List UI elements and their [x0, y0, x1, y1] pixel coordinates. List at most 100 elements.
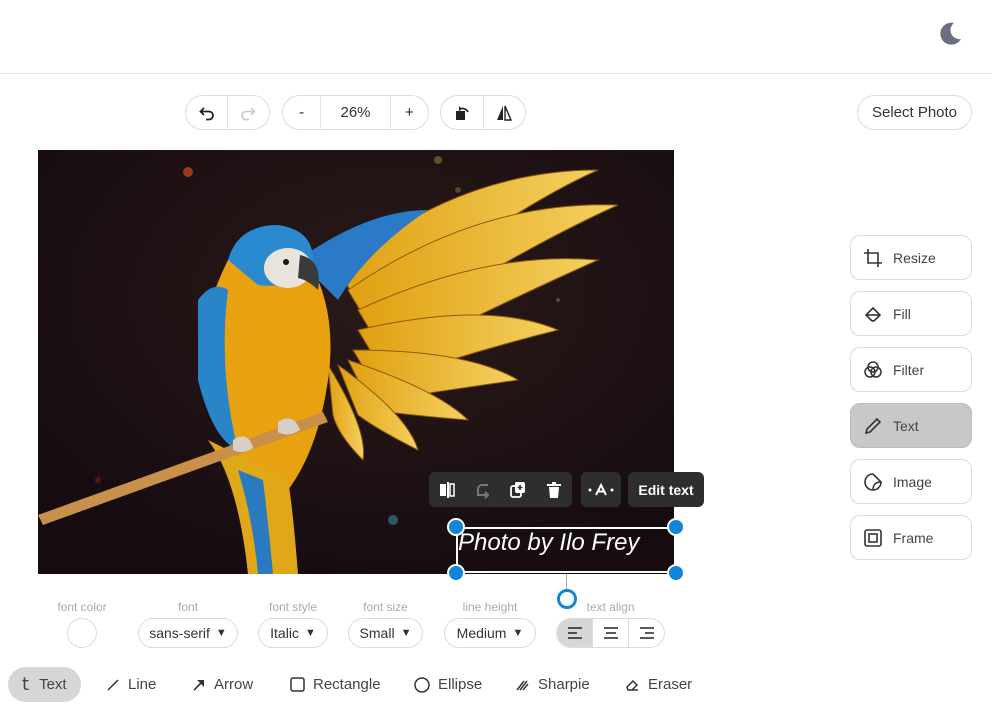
tool-line[interactable]: Line	[106, 667, 156, 702]
align-left-button[interactable]	[557, 619, 592, 647]
resize-handle-bottom-left[interactable]	[447, 564, 465, 582]
object-toolbar	[429, 472, 572, 507]
text-align-label: text align	[586, 600, 635, 614]
font-color-swatch[interactable]	[67, 618, 97, 648]
sticker-icon	[864, 472, 882, 491]
resize-handle-top-right[interactable]	[667, 518, 685, 536]
align-right-button[interactable]	[628, 619, 664, 647]
font-style-value: Italic	[270, 625, 299, 641]
crop-icon	[864, 248, 882, 267]
image-canvas[interactable]	[38, 150, 674, 574]
font-color-label: font color	[57, 600, 107, 614]
tool-eraser[interactable]: Eraser	[625, 667, 692, 702]
trash-icon	[547, 481, 562, 498]
zoom-group: - 26% +	[282, 95, 429, 130]
sidebar-item-fill[interactable]: Fill	[850, 291, 972, 336]
edit-text-button[interactable]: Edit text	[628, 472, 704, 507]
flip-icon	[497, 105, 513, 121]
line-icon	[107, 678, 119, 691]
align-object-button[interactable]	[429, 472, 465, 507]
tool-arrow[interactable]: Arrow	[192, 667, 253, 702]
arrow-icon	[193, 679, 204, 691]
tool-text[interactable]: t Text	[8, 667, 81, 702]
history-group	[185, 95, 270, 130]
align-center-button[interactable]	[592, 619, 628, 647]
text-effect-button[interactable]	[581, 472, 621, 507]
tool-sharpie[interactable]: Sharpie	[515, 667, 590, 702]
text-effect-toolbar	[581, 472, 621, 507]
sidebar-item-label: Image	[893, 473, 932, 490]
sidebar-item-label: Resize	[893, 249, 936, 266]
text-spacing-icon	[588, 482, 614, 495]
tool-label: Sharpie	[538, 676, 590, 693]
rotate-handle-line	[566, 574, 567, 590]
sidebar-item-label: Filter	[893, 361, 925, 378]
rotate-icon	[455, 105, 469, 120]
redo-icon	[241, 106, 257, 120]
ellipse-icon	[414, 676, 430, 693]
sidebar-item-text[interactable]: Text	[850, 403, 972, 448]
rectangle-icon	[290, 677, 305, 692]
sidebar-item-filter[interactable]: Filter	[850, 347, 972, 392]
eraser-icon	[626, 679, 639, 691]
align-right-icon	[639, 627, 654, 639]
tool-label: Eraser	[648, 676, 693, 693]
font-select-value: sans-serif	[149, 625, 210, 641]
tool-label: Line	[128, 676, 157, 693]
send-back-button[interactable]	[465, 472, 501, 507]
align-left-icon	[567, 627, 582, 639]
sidebar-item-label: Frame	[893, 529, 934, 546]
filter-circles-icon	[864, 360, 882, 378]
flip-button[interactable]	[483, 96, 525, 129]
sidebar-item-label: Text	[893, 417, 919, 434]
align-center-icon	[603, 627, 618, 639]
transform-group	[440, 95, 526, 130]
undo-button[interactable]	[186, 96, 227, 129]
sidebar-item-label: Fill	[893, 305, 911, 322]
pencil-icon	[864, 417, 882, 434]
undo-icon	[198, 106, 214, 120]
line-height-value: Medium	[456, 625, 507, 641]
font-style-select[interactable]: Italic ▼	[258, 618, 328, 648]
corner-arrow-icon	[476, 483, 490, 499]
resize-handle-top-left[interactable]	[447, 518, 465, 536]
redo-button[interactable]	[228, 96, 269, 129]
fill-bucket-icon	[864, 306, 882, 322]
font-label: font	[177, 600, 198, 614]
caret-down-icon: ▼	[400, 627, 412, 639]
line-height-select[interactable]: Medium ▼	[444, 618, 536, 648]
duplicate-button[interactable]	[501, 472, 537, 507]
resize-handle-bottom-right[interactable]	[667, 564, 685, 582]
duplicate-icon	[510, 481, 526, 498]
dark-mode-moon-icon[interactable]	[936, 20, 964, 48]
zoom-out-button[interactable]: -	[283, 96, 320, 129]
text-align-group	[556, 618, 665, 648]
tool-label: Ellipse	[438, 676, 483, 693]
canvas-text-object[interactable]: Photo by Ilo Frey	[458, 529, 639, 557]
font-select[interactable]: sans-serif ▼	[138, 618, 238, 648]
zoom-in-button[interactable]: +	[391, 96, 428, 129]
tool-label: Arrow	[214, 676, 254, 693]
zoom-level: 26%	[340, 104, 371, 121]
line-height-label: line height	[462, 600, 518, 614]
font-size-select[interactable]: Small ▼	[348, 618, 423, 648]
align-vertical-icon	[439, 481, 455, 498]
sidebar-item-resize[interactable]: Resize	[850, 235, 972, 280]
tool-ellipse[interactable]: Ellipse	[414, 667, 482, 702]
sidebar-item-image[interactable]: Image	[850, 459, 972, 504]
caret-down-icon: ▼	[304, 627, 316, 639]
sidebar-item-frame[interactable]: Frame	[850, 515, 972, 560]
tool-rectangle[interactable]: Rectangle	[290, 667, 381, 702]
rotate-button[interactable]	[441, 96, 483, 129]
tool-label: Rectangle	[313, 676, 381, 693]
font-size-label: font size	[363, 600, 408, 614]
parrot-photo	[38, 150, 674, 574]
top-bar	[0, 0, 992, 74]
frame-icon	[864, 528, 882, 547]
delete-button[interactable]	[536, 472, 572, 507]
sharpie-icon	[516, 680, 529, 691]
font-size-value: Small	[359, 625, 395, 641]
font-style-label: font style	[268, 600, 318, 614]
select-photo-button[interactable]: Select Photo	[857, 95, 972, 130]
caret-down-icon: ▼	[215, 627, 227, 639]
